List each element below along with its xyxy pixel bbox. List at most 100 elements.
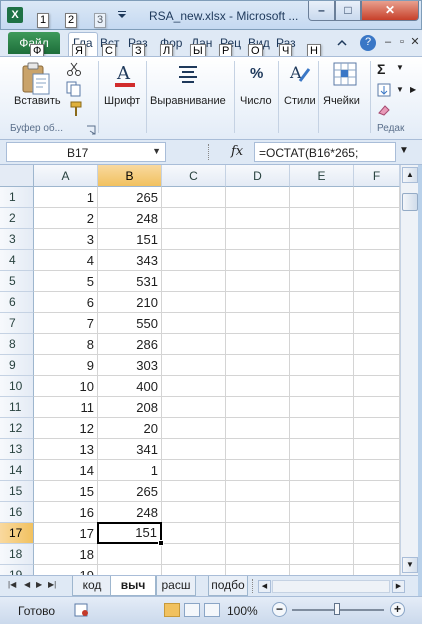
cell-b[interactable]: 343	[98, 250, 162, 271]
cell-empty[interactable]	[226, 481, 290, 502]
cell-a[interactable]: 3	[34, 229, 98, 250]
row-header[interactable]: 19	[0, 565, 34, 575]
zoom-in-button[interactable]: +	[390, 602, 405, 617]
format-painter-icon[interactable]	[68, 101, 84, 117]
cell-empty[interactable]	[226, 208, 290, 229]
cell-empty[interactable]	[290, 355, 354, 376]
minimize-button[interactable]: –	[308, 1, 335, 21]
fill-icon[interactable]	[377, 83, 391, 97]
last-sheet-icon[interactable]: ▶|	[48, 580, 56, 589]
cell-empty[interactable]	[290, 397, 354, 418]
cell-empty[interactable]	[354, 187, 400, 208]
cell-empty[interactable]	[162, 376, 226, 397]
row-header[interactable]: 15	[0, 481, 34, 502]
cell-empty[interactable]	[290, 334, 354, 355]
active-cell[interactable]: 151	[97, 522, 162, 544]
cell-a[interactable]: 8	[34, 334, 98, 355]
column-header[interactable]: D	[226, 165, 290, 187]
cell-a[interactable]: 19	[34, 565, 98, 575]
cell-empty[interactable]	[162, 271, 226, 292]
scroll-thumb[interactable]	[402, 193, 418, 211]
prev-sheet-icon[interactable]: ◀	[24, 580, 30, 589]
cell-a[interactable]: 14	[34, 460, 98, 481]
cell-empty[interactable]	[162, 544, 226, 565]
cell-a[interactable]: 4	[34, 250, 98, 271]
cell-empty[interactable]	[226, 229, 290, 250]
cell-empty[interactable]	[162, 187, 226, 208]
cell-empty[interactable]	[162, 229, 226, 250]
font-label[interactable]: Шрифт	[104, 95, 140, 107]
align-icon[interactable]	[177, 63, 199, 85]
cell-empty[interactable]	[226, 250, 290, 271]
sheet-tab-active[interactable]: выч	[110, 576, 156, 596]
font-icon[interactable]: A	[113, 61, 137, 89]
cell-empty[interactable]	[162, 460, 226, 481]
row-header[interactable]: 11	[0, 397, 34, 418]
cell-empty[interactable]	[290, 187, 354, 208]
row-header[interactable]: 3	[0, 229, 34, 250]
sheet-tab[interactable]: расш	[156, 576, 196, 596]
cell-empty[interactable]	[226, 418, 290, 439]
cell-empty[interactable]	[162, 292, 226, 313]
row-header[interactable]: 10	[0, 376, 34, 397]
cell-a[interactable]: 15	[34, 481, 98, 502]
cell-empty[interactable]	[226, 460, 290, 481]
autosum-dropdown-icon[interactable]: ▼	[396, 63, 404, 72]
cell-empty[interactable]	[290, 208, 354, 229]
row-header[interactable]: 4	[0, 250, 34, 271]
page-layout-view-icon[interactable]	[184, 603, 200, 617]
cell-a[interactable]: 18	[34, 544, 98, 565]
cell-b[interactable]: 550	[98, 313, 162, 334]
cell-a[interactable]: 16	[34, 502, 98, 523]
cell-empty[interactable]	[290, 544, 354, 565]
cell-empty[interactable]	[226, 292, 290, 313]
row-header[interactable]: 7	[0, 313, 34, 334]
number-label[interactable]: Число	[240, 95, 272, 107]
cell-b[interactable]: 341	[98, 439, 162, 460]
column-header[interactable]: E	[290, 165, 354, 187]
cell-empty[interactable]	[354, 313, 400, 334]
cell-empty[interactable]	[354, 250, 400, 271]
formula-input[interactable]: =ОСТАТ(B16*265;	[254, 142, 396, 162]
fill-handle[interactable]	[158, 540, 164, 546]
macro-record-icon[interactable]	[74, 603, 90, 617]
cell-empty[interactable]	[162, 250, 226, 271]
zoom-slider-thumb[interactable]	[334, 603, 340, 615]
cell-empty[interactable]	[226, 271, 290, 292]
cell-empty[interactable]	[162, 313, 226, 334]
next-sheet-icon[interactable]: ▶	[36, 580, 42, 589]
sheet-tab[interactable]: код	[72, 576, 112, 596]
cell-empty[interactable]	[226, 523, 290, 544]
row-header[interactable]: 17	[0, 523, 34, 544]
row-header[interactable]: 18	[0, 544, 34, 565]
cell-a[interactable]: 9	[34, 355, 98, 376]
select-all-button[interactable]	[0, 165, 34, 187]
cut-icon[interactable]	[66, 61, 82, 77]
cell-empty[interactable]	[162, 418, 226, 439]
column-header[interactable]: A	[34, 165, 98, 187]
cell-empty[interactable]	[162, 502, 226, 523]
styles-label[interactable]: Стили	[284, 95, 316, 107]
cell-empty[interactable]	[354, 208, 400, 229]
cell-empty[interactable]	[354, 418, 400, 439]
cell-b[interactable]: 265	[98, 187, 162, 208]
page-break-view-icon[interactable]	[204, 603, 220, 617]
column-header[interactable]: C	[162, 165, 226, 187]
cell-b[interactable]: 303	[98, 355, 162, 376]
cells-label[interactable]: Ячейки	[323, 95, 360, 107]
cell-a[interactable]: 11	[34, 397, 98, 418]
maximize-button[interactable]: □	[335, 1, 361, 21]
cell-empty[interactable]	[290, 418, 354, 439]
cell-empty[interactable]	[354, 565, 400, 575]
worksheet-grid[interactable]: A B C D E F 1 1 265 2 2 248 3 3 151 4 4 343 5 5 531 6 6 210 7 7 55…	[0, 165, 400, 575]
horizontal-scrollbar[interactable]	[272, 580, 390, 593]
cell-b[interactable]	[98, 544, 162, 565]
cell-empty[interactable]	[226, 313, 290, 334]
cell-empty[interactable]	[354, 229, 400, 250]
alignment-label[interactable]: Выравнивание	[150, 95, 226, 107]
row-header[interactable]: 5	[0, 271, 34, 292]
cell-empty[interactable]	[162, 439, 226, 460]
cell-b[interactable]: 265	[98, 481, 162, 502]
row-header[interactable]: 6	[0, 292, 34, 313]
cell-b[interactable]: 151	[98, 229, 162, 250]
